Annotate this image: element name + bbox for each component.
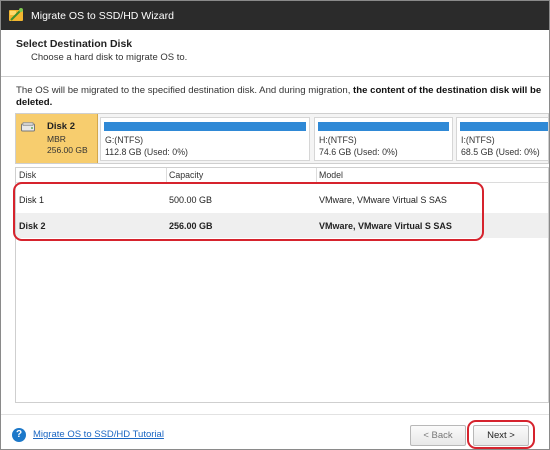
column-divider[interactable] [166,168,167,183]
cell-disk: Disk 1 [19,195,45,205]
help-icon[interactable]: ? [12,428,26,442]
hard-disk-icon [21,122,35,132]
warning-bold-text-2: deleted. [16,97,53,108]
wizard-window: Migrate OS to SSD/HD Wizard Select Desti… [0,0,550,450]
partition-label: G:(NTFS) [105,135,144,145]
footer-divider [1,414,549,415]
column-header-model[interactable]: Model [319,170,343,180]
wizard-app-icon [9,8,23,21]
warning-text: The OS will be migrated to the specified… [16,85,351,96]
partition-h[interactable]: H:(NTFS) 74.6 GB (Used: 0%) [314,117,453,161]
partition-usage-bar [460,122,548,131]
disk-table: Disk Capacity Model Disk 1 500.00 GB VMw… [15,167,549,403]
cell-capacity: 500.00 GB [169,195,213,205]
partition-info: 74.6 GB (Used: 0%) [319,147,398,157]
page-subtitle: Choose a hard disk to migrate OS to. [31,52,188,63]
column-header-capacity[interactable]: Capacity [169,170,203,180]
wizard-header: Select Destination Disk Choose a hard di… [1,30,549,77]
migration-warning: The OS will be migrated to the specified… [16,85,546,109]
cell-model: VMware, VMware Virtual S SAS [319,195,447,205]
column-header-disk[interactable]: Disk [19,170,36,180]
column-divider[interactable] [316,168,317,183]
next-button[interactable]: Next > [473,425,529,446]
cell-model: VMware, VMware Virtual S SAS [319,221,452,231]
disk-type: MBR [47,134,66,144]
back-button[interactable]: < Back [410,425,466,446]
page-title: Select Destination Disk [16,38,133,50]
partition-label: I:(NTFS) [461,135,495,145]
disk-name: Disk 2 [47,121,75,132]
partition-info: 112.8 GB (Used: 0%) [105,147,188,157]
partition-g[interactable]: G:(NTFS) 112.8 GB (Used: 0%) [100,117,310,161]
tutorial-link[interactable]: Migrate OS to SSD/HD Tutorial [33,429,164,440]
cell-disk: Disk 2 [19,221,46,231]
table-header: Disk Capacity Model [16,168,548,183]
partition-usage-bar [318,122,449,131]
disk-map: Disk 2 MBR 256.00 GB G:(NTFS) 112.8 GB (… [15,113,549,164]
partition-info: 68.5 GB (Used: 0%) [461,147,540,157]
partition-label: H:(NTFS) [319,135,357,145]
window-title: Migrate OS to SSD/HD Wizard [31,10,174,22]
selected-disk-card[interactable]: Disk 2 MBR 256.00 GB [16,114,98,163]
warning-bold-text: the content of the destination disk will… [353,85,542,96]
table-row-disk-2[interactable]: Disk 2 256.00 GB VMware, VMware Virtual … [16,213,548,238]
partition-i[interactable]: I:(NTFS) 68.5 GB (Used: 0%) [456,117,548,161]
title-bar: Migrate OS to SSD/HD Wizard [1,1,549,30]
cell-capacity: 256.00 GB [169,221,213,231]
disk-size: 256.00 GB [47,145,88,155]
partition-usage-bar [104,122,306,131]
table-row-disk-1[interactable]: Disk 1 500.00 GB VMware, VMware Virtual … [16,187,548,212]
